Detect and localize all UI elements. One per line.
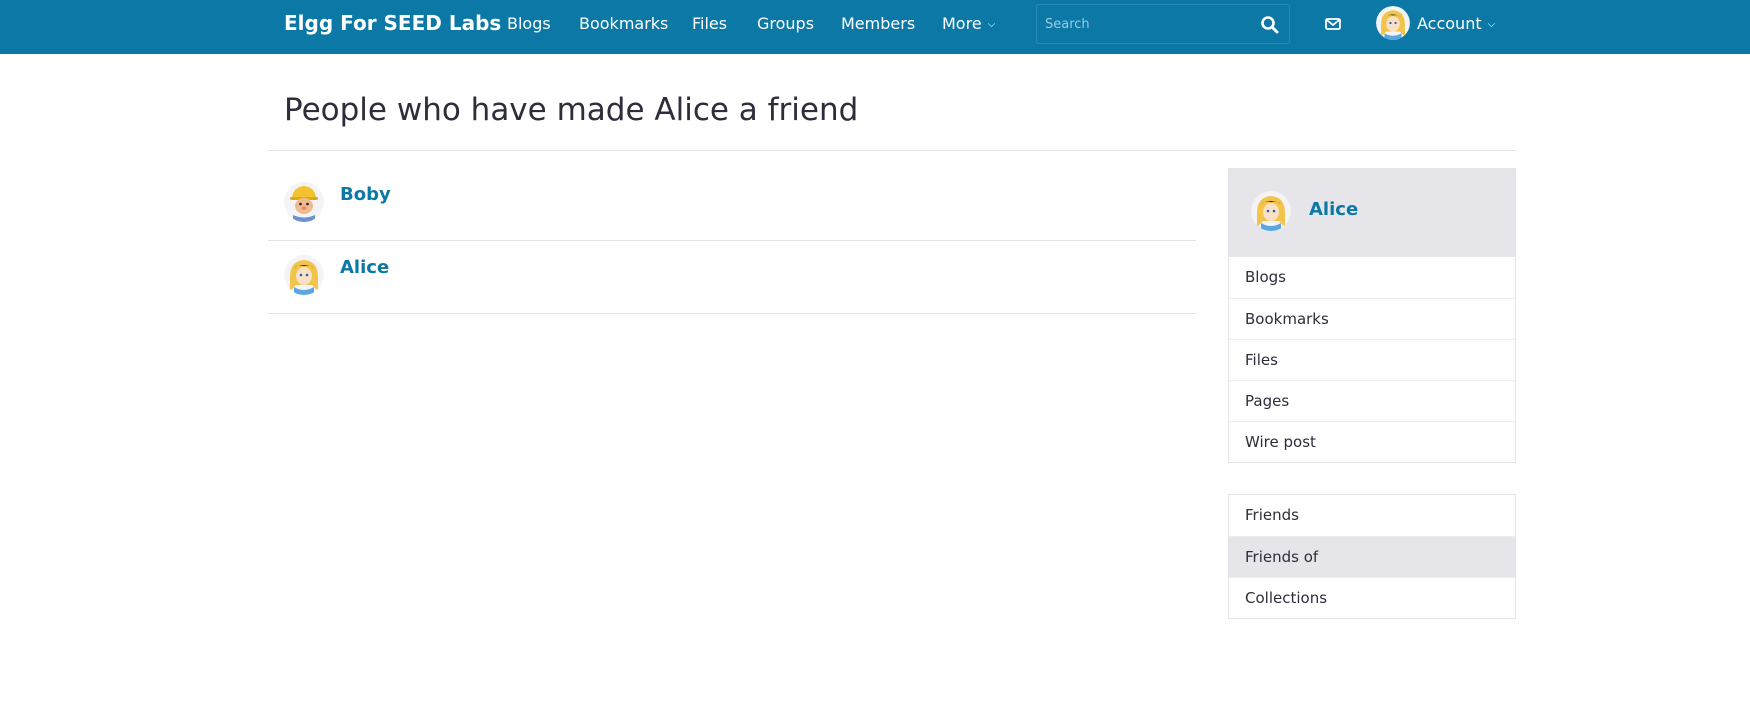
site-brand-link[interactable]: Elgg For SEED Labs [284, 11, 501, 35]
owner-menu-pages[interactable]: Pages [1229, 380, 1515, 421]
search-box [1036, 4, 1290, 44]
nav-files-link[interactable]: Files [692, 14, 727, 33]
menu-item-label: Pages [1245, 392, 1290, 410]
owner-menu-blogs[interactable]: Blogs [1229, 257, 1515, 298]
nav-bookmarks-link[interactable]: Bookmarks [579, 14, 668, 33]
page-title: People who have made Alice a friend [284, 92, 859, 128]
alice-avatar[interactable] [284, 255, 324, 295]
friends-menu-friends-of[interactable]: Friends of [1229, 536, 1515, 577]
owner-name-link[interactable]: Alice [1309, 199, 1358, 220]
nav-groups-link[interactable]: Groups [757, 14, 814, 33]
boby-avatar[interactable] [284, 182, 324, 222]
menu-item-label: Friends [1245, 506, 1299, 524]
menu-item-label: Bookmarks [1245, 310, 1329, 328]
owner-menu-wire-post[interactable]: Wire post [1229, 421, 1515, 462]
friend-name-link[interactable]: Alice [340, 257, 389, 278]
menu-item-label: Blogs [1245, 268, 1286, 286]
top-navbar: Elgg For SEED Labs Blogs Bookmarks Files… [0, 0, 1750, 54]
owner-header: Alice [1229, 169, 1515, 257]
friend-name-link[interactable]: Boby [340, 184, 391, 205]
nav-blogs-link[interactable]: Blogs [507, 14, 551, 33]
chevron-down-icon: ⌵ [987, 19, 996, 30]
title-divider [268, 150, 1516, 151]
search-icon[interactable] [1259, 14, 1281, 36]
owner-menu-bookmarks[interactable]: Bookmarks [1229, 298, 1515, 339]
list-item: Boby [268, 168, 1196, 241]
friends-menu-collections[interactable]: Collections [1229, 577, 1515, 618]
nav-members-link[interactable]: Members [841, 14, 915, 33]
account-avatar [1376, 6, 1410, 40]
menu-item-label: Friends of [1245, 548, 1319, 566]
owner-block: Alice Blogs Bookmarks Files Pages Wire p… [1228, 168, 1516, 463]
owner-menu-files[interactable]: Files [1229, 339, 1515, 380]
list-item: Alice [268, 241, 1196, 314]
account-label-wrap: Account ⌵ [1417, 14, 1495, 33]
account-label: Account [1417, 14, 1482, 33]
search-input[interactable] [1037, 5, 1247, 43]
alice-avatar[interactable] [1251, 191, 1291, 231]
menu-item-label: Wire post [1245, 433, 1316, 451]
friends-menu: Friends Friends of Collections [1228, 494, 1516, 619]
nav-more-label: More [942, 14, 982, 33]
menu-item-label: Files [1245, 351, 1278, 369]
menu-item-label: Collections [1245, 589, 1328, 607]
friends-menu-friends[interactable]: Friends [1229, 495, 1515, 536]
envelope-icon[interactable] [1323, 14, 1343, 34]
chevron-down-icon: ⌵ [1487, 19, 1496, 30]
nav-more-menu[interactable]: More ⌵ [942, 14, 995, 33]
friends-of-list: Boby Alice [268, 168, 1196, 314]
